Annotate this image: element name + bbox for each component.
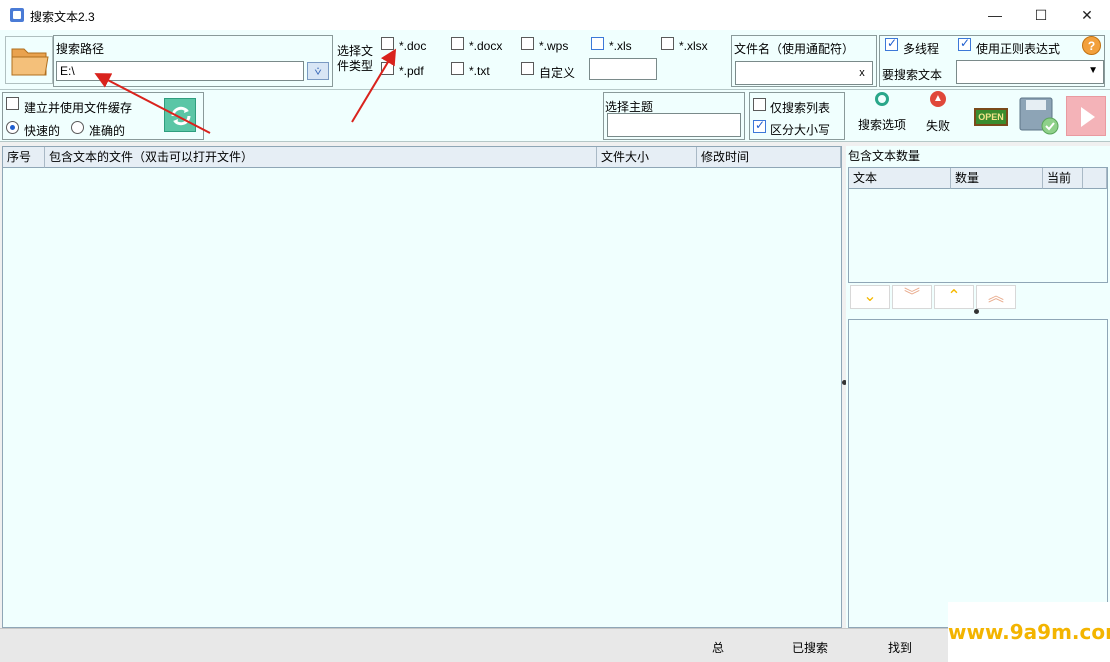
annotation-arrow-path (94, 73, 211, 134)
annotation-arrow-filetype (351, 48, 397, 123)
annotation-arrows (94, 48, 397, 134)
